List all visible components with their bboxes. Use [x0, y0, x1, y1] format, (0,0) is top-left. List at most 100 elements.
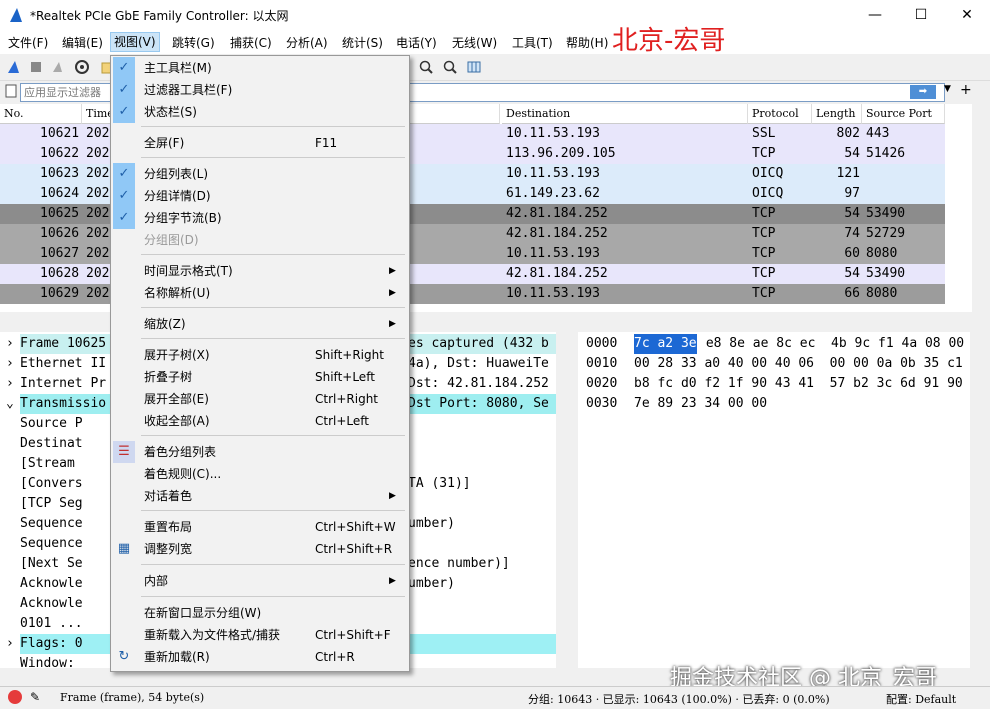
view-menu-item[interactable]: 分组图(D): [111, 229, 409, 251]
packet-cell-len: 121: [836, 166, 860, 181]
column-protocol[interactable]: Protocol: [748, 104, 812, 124]
expander-icon[interactable]: ›: [6, 354, 14, 374]
view-menu-item[interactable]: 折叠子树 Shift+Left: [111, 366, 409, 388]
detail-label-tail: es captured (432 b: [408, 336, 549, 351]
minimize-button[interactable]: —: [852, 0, 898, 30]
view-menu-item[interactable]: 收起全部(A) Ctrl+Left: [111, 410, 409, 432]
zoom-out-icon[interactable]: [442, 59, 458, 75]
view-menu-item[interactable]: 展开子树(X) Shift+Right: [111, 344, 409, 366]
packet-cell-sport: 8080: [866, 286, 898, 301]
view-dropdown-menu: ✓ 主工具栏(M) ✓ 过滤器工具栏(F) ✓ 状态栏(S) 全屏(F) F11 ✓ 分组列表(L…: [110, 55, 410, 672]
view-menu-item[interactable]: 名称解析(U) ▶: [111, 282, 409, 304]
view-menu-item[interactable]: ✓ 过滤器工具栏(F): [111, 79, 409, 101]
menu-go[interactable]: 跳转(G): [172, 34, 215, 51]
maximize-button[interactable]: ☐: [898, 0, 944, 30]
packet-cell-sport: 52729: [866, 226, 906, 241]
packet-cell-time: 202: [86, 166, 110, 181]
view-menu-item[interactable]: ✓ 分组字节流(B): [111, 207, 409, 229]
menu-capture[interactable]: 捕获(C): [230, 34, 272, 51]
menu-telephony[interactable]: 电话(Y): [396, 34, 437, 51]
window-title: *Realtek PCIe GbE Family Controller: 以太网: [30, 9, 289, 23]
view-menu-item[interactable]: ✓ 分组列表(L): [111, 163, 409, 185]
expander-icon[interactable]: ›: [6, 334, 14, 354]
column-destination[interactable]: Destination: [502, 104, 748, 124]
view-menu-item[interactable]: ✓ 分组详情(D): [111, 185, 409, 207]
menu-analyze[interactable]: 分析(A): [286, 34, 328, 51]
menu-view[interactable]: 视图(V): [110, 32, 160, 52]
menu-statistics[interactable]: 统计(S): [342, 34, 383, 51]
packet-cell-len: 54: [844, 266, 860, 281]
view-menu-item[interactable]: 时间显示格式(T) ▶: [111, 260, 409, 282]
view-menu-item[interactable]: 全屏(F) F11: [111, 132, 409, 154]
view-menu-item[interactable]: 重置布局 Ctrl+Shift+W: [111, 516, 409, 538]
view-menu-item[interactable]: 展开全部(E) Ctrl+Right: [111, 388, 409, 410]
start-capture-icon[interactable]: [6, 59, 22, 75]
title-bar: *Realtek PCIe GbE Family Controller: 以太网…: [0, 0, 990, 30]
packet-list-scrollbar[interactable]: [972, 104, 990, 312]
view-menu-shortcut: Ctrl+R: [315, 650, 355, 664]
view-menu-shortcut: Ctrl+Left: [315, 414, 369, 428]
view-menu-item-label: 分组列表(L): [144, 167, 209, 181]
view-menu-item[interactable]: 着色规则(C)...: [111, 463, 409, 485]
close-button[interactable]: ✕: [944, 0, 990, 30]
stop-capture-icon[interactable]: [28, 59, 44, 75]
details-scrollbar[interactable]: [556, 332, 572, 668]
checkmark-icon: ✓: [113, 185, 135, 207]
filter-dropdown-icon[interactable]: ▼: [944, 84, 951, 94]
menu-tools[interactable]: 工具(T): [512, 34, 553, 51]
view-menu-item-label: 分组图(D): [144, 233, 199, 247]
menu-edit[interactable]: 编辑(E): [62, 34, 103, 51]
column-no[interactable]: No.: [0, 104, 82, 124]
packet-cell-dst: 42.81.184.252: [506, 206, 608, 221]
restart-capture-icon[interactable]: [50, 59, 66, 75]
view-menu-item[interactable]: 重新载入为文件格式/捕获 Ctrl+Shift+F: [111, 624, 409, 646]
view-menu-item-label: 着色分组列表: [144, 445, 217, 459]
view-menu-item-label: 折叠子树: [144, 370, 193, 384]
expert-info-icon[interactable]: ✎: [30, 690, 40, 704]
expander-icon[interactable]: ›: [6, 374, 14, 394]
view-menu-item-label: 重新载入为文件格式/捕获: [144, 628, 281, 642]
hex-offset: 0020: [586, 376, 618, 391]
expander-icon[interactable]: ›: [6, 634, 14, 654]
packet-cell-proto: TCP: [752, 266, 776, 281]
capture-options-icon[interactable]: [74, 59, 90, 75]
view-menu-item[interactable]: 缩放(Z) ▶: [111, 313, 409, 335]
menu-file[interactable]: 文件(F): [8, 34, 48, 51]
column-length[interactable]: Length: [812, 104, 862, 124]
menu-help[interactable]: 帮助(H): [566, 34, 608, 51]
view-menu-shortcut: Ctrl+Right: [315, 392, 379, 406]
view-menu-item-label: 分组详情(D): [144, 189, 211, 203]
packet-cell-len: 54: [844, 206, 860, 221]
view-menu-item[interactable]: ▦ 调整列宽 Ctrl+Shift+R: [111, 538, 409, 560]
packet-cell-time: 202: [86, 226, 110, 241]
packet-cell-no: 10621: [40, 126, 80, 141]
packet-cell-no: 10624: [40, 186, 80, 201]
resize-columns-icon[interactable]: [466, 59, 482, 75]
apply-filter-button[interactable]: ➡: [910, 85, 936, 99]
view-menu-shortcut: Shift+Left: [315, 370, 375, 384]
packet-cell-proto: TCP: [752, 286, 776, 301]
expander-icon[interactable]: ⌄: [6, 394, 14, 414]
view-menu-item[interactable]: 对话着色 ▶: [111, 485, 409, 507]
view-menu-item[interactable]: ↻ 重新加载(R) Ctrl+R: [111, 646, 409, 668]
bytes-scrollbar[interactable]: [970, 332, 990, 668]
menu-wireless[interactable]: 无线(W): [452, 34, 497, 51]
packet-cell-sport: 51426: [866, 146, 906, 161]
view-menu-item[interactable]: ✓ 状态栏(S): [111, 101, 409, 123]
packet-cell-proto: TCP: [752, 226, 776, 241]
view-menu-item[interactable]: ✓ 主工具栏(M): [111, 57, 409, 79]
view-menu-item[interactable]: 在新窗口显示分组(W): [111, 602, 409, 624]
detail-label-tail: umber): [408, 576, 455, 591]
detail-label: Ethernet II: [20, 356, 107, 371]
column-source-port[interactable]: Source Port: [862, 104, 945, 124]
view-menu-shortcut: F11: [315, 136, 338, 150]
detail-label: Acknowle: [20, 596, 83, 611]
add-filter-button[interactable]: +: [960, 82, 972, 98]
view-menu-item[interactable]: ☰ 着色分组列表: [111, 441, 409, 463]
profile-label[interactable]: 配置: Default: [886, 691, 956, 707]
view-menu-item[interactable]: 内部 ▶: [111, 570, 409, 592]
capture-status-icon[interactable]: [8, 690, 22, 704]
bookmark-icon[interactable]: [4, 84, 18, 98]
zoom-in-icon[interactable]: [418, 59, 434, 75]
submenu-arrow-icon: ▶: [389, 491, 396, 501]
